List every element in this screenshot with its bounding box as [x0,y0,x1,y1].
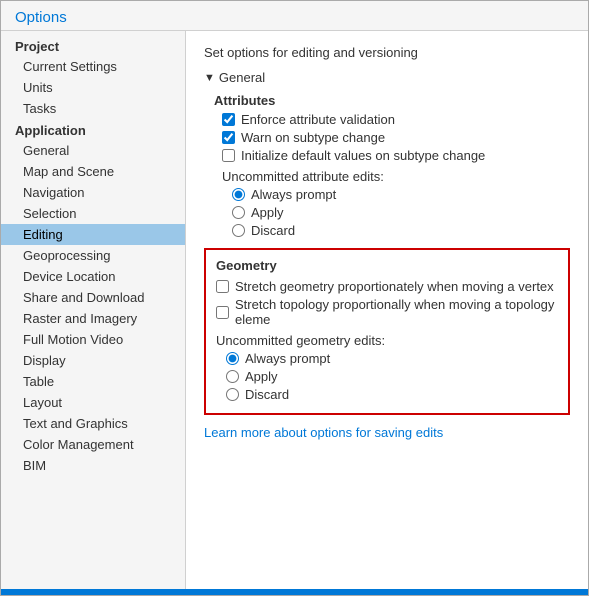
geometry-title: Geometry [216,258,558,273]
sidebar: ProjectCurrent SettingsUnitsTasksApplica… [1,31,186,589]
window-title: Options [15,9,67,26]
enforce-attr-checkbox[interactable] [222,113,235,126]
sidebar-item-display[interactable]: Display [1,350,185,371]
sidebar-item-full-motion-video[interactable]: Full Motion Video [1,329,185,350]
bottom-accent-bar [1,589,588,595]
sidebar-group-application: Application [1,119,185,140]
sidebar-item-geoprocessing[interactable]: Geoprocessing [1,245,185,266]
stretch-topology-label: Stretch topology proportionally when mov… [235,297,558,327]
sidebar-item-current-settings[interactable]: Current Settings [1,56,185,77]
stretch-geometry-label: Stretch geometry proportionately when mo… [235,279,554,294]
sidebar-item-share-and-download[interactable]: Share and Download [1,287,185,308]
uncommitted-attributes-label: Uncommitted attribute edits: [222,169,570,184]
geometry-section-box: Geometry Stretch geometry proportionatel… [204,248,570,415]
always-prompt-geom-radio[interactable] [226,352,239,365]
checkbox-stretch-geometry: Stretch geometry proportionately when mo… [216,279,558,294]
checkbox-init-default: Initialize default values on subtype cha… [222,148,570,163]
learn-more-link[interactable]: Learn more about options for saving edit… [204,425,443,440]
apply-geom-radio[interactable] [226,370,239,383]
options-window: Options ProjectCurrent SettingsUnitsTask… [0,0,589,596]
apply-geom-label: Apply [245,369,278,384]
apply-attr-label: Apply [251,205,284,220]
init-default-label: Initialize default values on subtype cha… [241,148,485,163]
enforce-attr-label: Enforce attribute validation [241,112,395,127]
radio-always-prompt-geom: Always prompt [226,351,558,366]
sidebar-item-device-location[interactable]: Device Location [1,266,185,287]
checkbox-warn-subtype: Warn on subtype change [222,130,570,145]
checkbox-enforce-attr: Enforce attribute validation [222,112,570,127]
radio-discard-geom: Discard [226,387,558,402]
sidebar-item-selection[interactable]: Selection [1,203,185,224]
always-prompt-attr-radio[interactable] [232,188,245,201]
sidebar-item-editing[interactable]: Editing [1,224,185,245]
always-prompt-attr-label: Always prompt [251,187,336,202]
content-area: ProjectCurrent SettingsUnitsTasksApplica… [1,31,588,589]
init-default-checkbox[interactable] [222,149,235,162]
sidebar-item-bim[interactable]: BIM [1,455,185,476]
main-title: Set options for editing and versioning [204,45,570,60]
stretch-topology-checkbox[interactable] [216,306,229,319]
title-bar: Options [1,1,588,31]
sidebar-item-layout[interactable]: Layout [1,392,185,413]
radio-apply-attr: Apply [232,205,570,220]
sidebar-item-tasks[interactable]: Tasks [1,98,185,119]
stretch-geometry-checkbox[interactable] [216,280,229,293]
radio-apply-geom: Apply [226,369,558,384]
sidebar-item-navigation[interactable]: Navigation [1,182,185,203]
sidebar-item-color-management[interactable]: Color Management [1,434,185,455]
discard-attr-label: Discard [251,223,295,238]
discard-geom-radio[interactable] [226,388,239,401]
checkbox-stretch-topology: Stretch topology proportionally when mov… [216,297,558,327]
discard-geom-label: Discard [245,387,289,402]
warn-subtype-label: Warn on subtype change [241,130,385,145]
attributes-label: Attributes [214,93,570,108]
sidebar-item-text-and-graphics[interactable]: Text and Graphics [1,413,185,434]
radio-always-prompt-attr: Always prompt [232,187,570,202]
collapse-arrow: ▼ [204,72,215,84]
sidebar-item-table[interactable]: Table [1,371,185,392]
apply-attr-radio[interactable] [232,206,245,219]
radio-discard-attr: Discard [232,223,570,238]
warn-subtype-checkbox[interactable] [222,131,235,144]
general-label: General [219,70,265,85]
always-prompt-geom-label: Always prompt [245,351,330,366]
sidebar-item-general[interactable]: General [1,140,185,161]
general-section-header: ▼ General [204,70,570,85]
main-panel: Set options for editing and versioning ▼… [186,31,588,589]
sidebar-group-project: Project [1,35,185,56]
sidebar-item-map-and-scene[interactable]: Map and Scene [1,161,185,182]
sidebar-item-raster-and-imagery[interactable]: Raster and Imagery [1,308,185,329]
uncommitted-geometry-label: Uncommitted geometry edits: [216,333,558,348]
sidebar-item-units[interactable]: Units [1,77,185,98]
discard-attr-radio[interactable] [232,224,245,237]
